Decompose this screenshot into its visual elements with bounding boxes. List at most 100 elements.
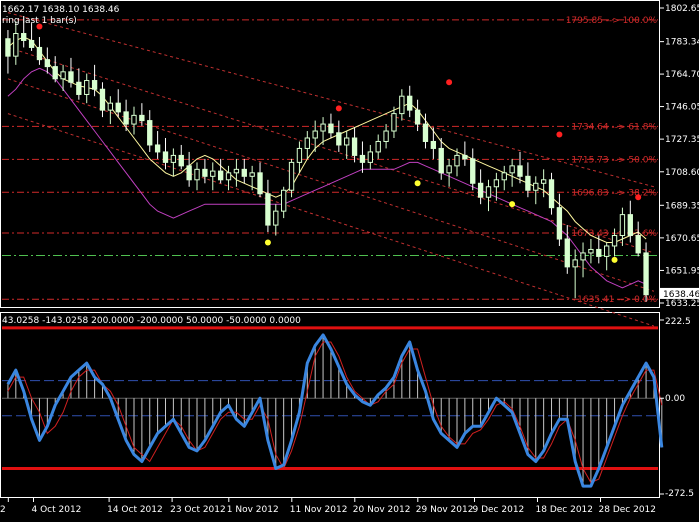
candle-body	[572, 259, 578, 268]
candle-body	[162, 151, 169, 163]
fib-level-label: 1635.41 --> 0.0%	[577, 295, 657, 305]
candle-body	[383, 130, 389, 142]
candle-body	[84, 80, 90, 95]
candle-body	[619, 214, 626, 237]
signal-dot	[556, 131, 563, 138]
last-price-label: 1638.46	[663, 290, 699, 300]
x-axis-label: 9 Dec 2012	[473, 505, 525, 515]
oscillator-signal-line	[7, 341, 663, 484]
candle-body	[438, 147, 444, 174]
moving-average-yellow	[7, 36, 647, 243]
oscillator-header: 43.0258 -143.0258 200.0000 -200.0000 50.…	[2, 316, 301, 326]
candle-body	[604, 245, 610, 257]
price-axis-label: 1727.35	[665, 135, 699, 145]
price-axis-label: 1689.35	[665, 201, 699, 211]
candle-body	[564, 238, 570, 268]
candle-body	[36, 46, 43, 61]
candle-body	[344, 137, 350, 146]
fib-level-label: 1715.73 --> 50.0%	[571, 155, 657, 165]
candle-body	[178, 154, 184, 167]
axis-layer: 1802.65 1783.34 1764.70 1746.05 1727.35 1708.…	[0, 4, 699, 515]
candle-body	[320, 123, 326, 132]
fib-level-label: 1734.64 --> 61.8%	[571, 122, 657, 132]
candle-body	[454, 154, 460, 167]
candle-body	[446, 165, 452, 174]
price-axis-label: 1802.65	[665, 4, 699, 14]
candle-body	[588, 248, 594, 254]
candle-body	[241, 168, 247, 177]
candle-body	[359, 154, 366, 163]
x-axis-label: 18 Dec 2012	[536, 505, 594, 515]
x-axis-label: 2	[0, 505, 6, 515]
x-axis-label: 29 Nov 2012	[416, 505, 474, 515]
candle-body	[493, 179, 500, 188]
price-axis-label: 1651.95	[665, 266, 699, 276]
x-axis-label: 1 Nov 2012	[227, 505, 279, 515]
candle-body	[170, 154, 177, 163]
oscillator-axis-label: 0.00	[665, 394, 685, 404]
candle-body	[281, 189, 287, 212]
candle-body	[99, 88, 106, 111]
candle-body	[186, 165, 192, 181]
candle-body	[391, 113, 397, 132]
candle-body	[249, 172, 255, 177]
signal-dot	[446, 79, 453, 86]
price-header-sub: ring last 1 bar(s)	[2, 16, 77, 26]
candle-body	[517, 165, 523, 177]
price-axis-label: 1708.60	[665, 168, 699, 178]
candle-body	[233, 168, 240, 174]
candle-body	[540, 179, 547, 184]
signal-dot	[635, 194, 642, 201]
x-axis-label: 4 Oct 2012	[32, 505, 82, 515]
price-header: 1662.17 1638.10 1638.46	[2, 5, 120, 15]
candle-body	[194, 168, 200, 181]
oscillator-axis-label: -272.5	[665, 489, 694, 499]
oscillator-layer	[2, 326, 664, 488]
price-axis-label: 1670.65	[665, 234, 699, 244]
price-axis-label: 1746.05	[665, 103, 699, 113]
candle-body	[21, 33, 27, 41]
candle-body	[44, 59, 50, 68]
candle-body	[115, 102, 121, 113]
candle-body	[414, 109, 421, 125]
candle-body	[202, 168, 208, 177]
x-axis-label: 14 Oct 2012	[107, 505, 163, 515]
candle-body	[501, 172, 507, 181]
candle-body	[328, 123, 334, 134]
candle-body	[399, 95, 405, 115]
candle-body	[611, 235, 618, 247]
candle-body	[60, 71, 66, 80]
candle-body	[107, 102, 114, 111]
candle-body	[76, 81, 82, 95]
candle-body	[288, 161, 295, 191]
candle-body	[296, 147, 303, 163]
candle-body	[147, 120, 153, 146]
fib-level-label: 1795.85 --> 100.0%	[566, 16, 658, 26]
candle-body	[462, 154, 468, 160]
candle-body	[596, 248, 602, 257]
candle-body	[257, 172, 263, 195]
channel-line	[7, 78, 655, 292]
candle-body	[13, 33, 19, 57]
oscillator-axis-label: 222.5	[665, 317, 691, 327]
price-panel-frame	[0, 0, 660, 308]
candle-body	[430, 140, 437, 149]
x-axis-label: 11 Nov 2012	[290, 505, 348, 515]
candle-body	[336, 132, 342, 146]
candle-body	[312, 130, 318, 139]
candle-body	[154, 144, 161, 153]
x-axis-label: 28 Dec 2012	[599, 505, 657, 515]
signal-dot	[414, 180, 421, 187]
candle-body	[533, 182, 539, 191]
x-axis-label: 20 Nov 2012	[353, 505, 411, 515]
candle-body	[217, 170, 224, 181]
candle-body	[273, 210, 279, 226]
candle-body	[548, 179, 555, 209]
candle-body	[52, 66, 58, 80]
candle-body	[525, 175, 531, 191]
candle-body	[68, 71, 74, 83]
price-layer: 1795.85 --> 100.0% 1734.64 --> 61.8% 1715.…	[2, 12, 658, 327]
candle-body	[635, 235, 641, 254]
candle-body	[91, 80, 98, 90]
candle-body	[643, 252, 649, 296]
